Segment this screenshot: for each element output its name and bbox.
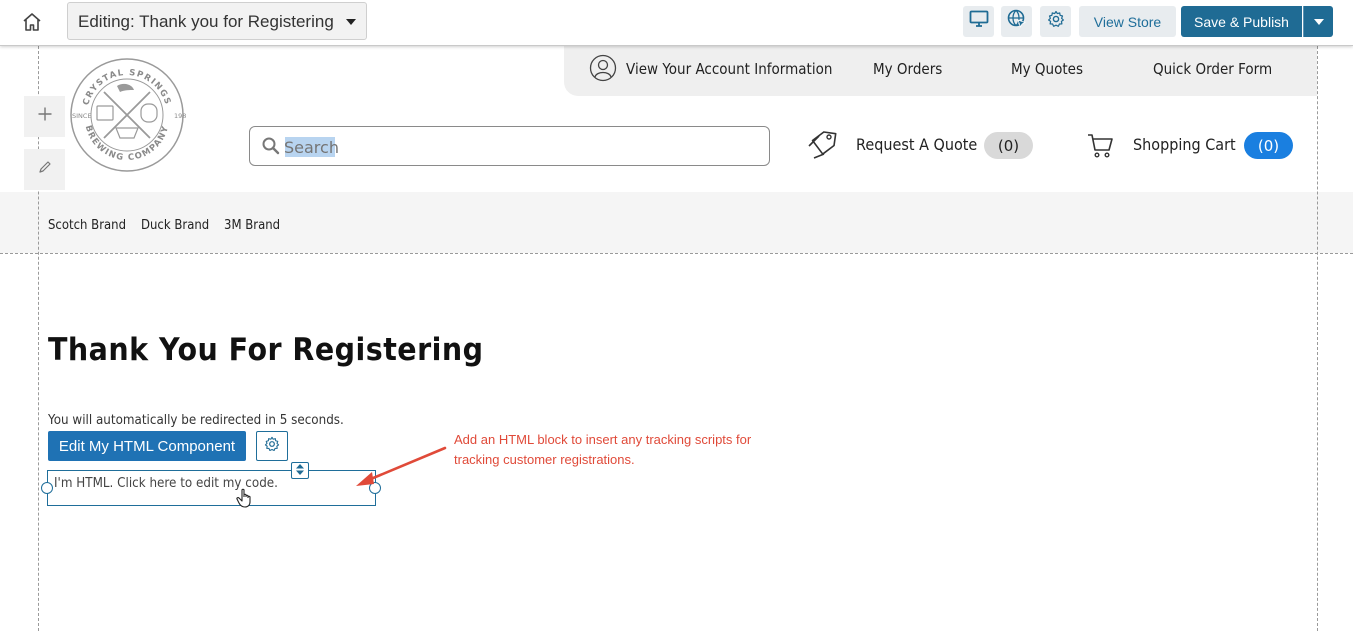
account-bar: View Your Account Information My Orders … [564, 46, 1317, 96]
edit-html-component-button[interactable]: Edit My HTML Component [48, 431, 246, 461]
chevron-down-icon [346, 19, 356, 25]
brand-navigation: Scotch Brand Duck Brand 3M Brand [0, 192, 1353, 253]
logo-left-text: SINCE [72, 112, 92, 120]
gear-icon [264, 436, 280, 457]
price-tag-icon[interactable] [806, 128, 840, 167]
save-publish-button[interactable]: Save & Publish [1181, 6, 1302, 37]
pencil-icon [38, 160, 52, 179]
brand-link-duck[interactable]: Duck Brand [141, 218, 209, 233]
my-orders-link[interactable]: My Orders [873, 60, 942, 78]
desktop-icon [969, 10, 989, 33]
component-settings-button[interactable] [256, 431, 288, 461]
brand-link-scotch[interactable]: Scotch Brand [48, 218, 126, 233]
annotation-callout: Add an HTML block to insert any tracking… [454, 432, 752, 467]
user-icon [589, 54, 617, 87]
annotation-arrow [350, 443, 450, 498]
quick-order-form-link[interactable]: Quick Order Form [1153, 60, 1272, 78]
page-title: Thank You For Registering [48, 332, 484, 368]
store-logo[interactable]: CRYSTAL SPRINGS BREWING COMPANY SINCE 19… [68, 56, 191, 174]
add-component-button[interactable] [24, 96, 65, 137]
gear-icon [1047, 10, 1065, 33]
cart-count-badge: (0) [1244, 132, 1293, 159]
search-input[interactable] [284, 134, 754, 160]
drag-arrows-icon [296, 462, 304, 480]
search-bar [249, 126, 770, 166]
settings-button[interactable] [1040, 6, 1071, 37]
desktop-view-button[interactable] [963, 6, 994, 37]
resize-handle-left[interactable] [41, 482, 53, 494]
publish-options-button[interactable] [1303, 6, 1333, 37]
redirect-message: You will automatically be redirected in … [48, 413, 344, 428]
hand-cursor-icon [236, 488, 254, 513]
edit-section-button[interactable] [24, 149, 65, 190]
section-divider-guide [0, 253, 1353, 254]
move-handle[interactable] [291, 462, 309, 479]
chevron-down-icon [1313, 18, 1324, 25]
request-quote-link[interactable]: Request A Quote [856, 135, 977, 154]
page-select-dropdown[interactable]: Editing: Thank you for Registering [67, 2, 367, 40]
brand-link-3m[interactable]: 3M Brand [224, 218, 280, 233]
html-component-block[interactable]: I'm HTML. Click here to edit my code. [47, 470, 376, 506]
plus-icon [37, 106, 53, 127]
shopping-cart-link[interactable]: Shopping Cart [1133, 135, 1236, 154]
editor-toolbar: Editing: Thank you for Registering View … [0, 0, 1353, 46]
view-store-button[interactable]: View Store [1079, 6, 1176, 37]
quote-count-badge: (0) [984, 132, 1033, 159]
canvas-guide-right [1317, 46, 1318, 631]
account-info-link[interactable]: View Your Account Information [626, 60, 832, 78]
my-quotes-link[interactable]: My Quotes [1011, 60, 1083, 78]
shopping-cart-icon[interactable] [1086, 131, 1114, 164]
page-select-value: Editing: Thank you for Registering [78, 12, 334, 31]
globe-cursor-icon [1007, 9, 1027, 34]
search-icon [262, 137, 280, 160]
preview-site-button[interactable] [1001, 6, 1032, 37]
home-icon[interactable] [20, 10, 44, 34]
logo-right-text: 1988 [174, 112, 186, 120]
